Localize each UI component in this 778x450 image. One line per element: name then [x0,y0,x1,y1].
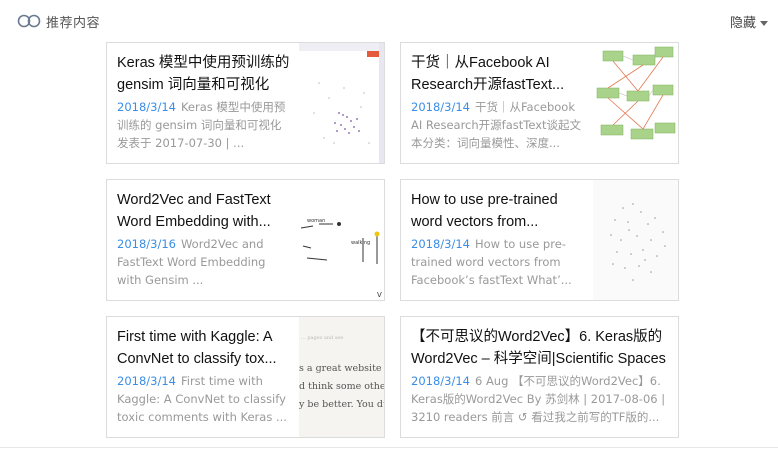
card-title[interactable]: Word2Vec and FastText Word Embedding wit… [117,189,293,233]
card-date: 2018/3/14 [411,374,470,388]
card-thumbnail [593,43,678,163]
thumb-text-line-1: s a great website — [299,363,384,374]
thumb-letter-v: V [377,291,382,299]
card-text: How to use pre-trained word vectors from… [411,189,587,289]
card-text: 干货｜从Facebook AI Research开源fastText... 20… [411,52,587,152]
card-title[interactable]: First time with Kaggle: A ConvNet to cla… [117,326,293,370]
card-text: First time with Kaggle: A ConvNet to cla… [117,326,293,426]
recommend-card[interactable]: How to use pre-trained word vectors from… [400,179,679,301]
card-date: 2018/3/16 [117,237,176,251]
card-summary: 2018/3/14 How to use pre-trained word vec… [411,235,587,289]
card-thumbnail: ... pages and see s a great website — d … [299,317,384,437]
card-title[interactable]: 干货｜从Facebook AI Research开源fastText... [411,52,587,96]
thumb-text-top: ... pages and see [301,335,343,341]
card-summary: 2018/3/14 干货｜从Facebook AI Research开源fastT… [411,98,587,152]
card-thumbnail [593,180,678,300]
recommend-card[interactable]: Word2Vec and FastText Word Embedding wit… [106,179,385,301]
card-summary: 2018/3/16 Word2Vec and FastText Word Embe… [117,235,293,289]
card-date: 2018/3/14 [117,374,176,388]
recommend-card[interactable]: 【不可思议的Word2Vec】6. Keras版的Word2Vec – 科学空间… [400,316,679,438]
card-text: Word2Vec and FastText Word Embedding wit… [117,189,293,289]
recommend-card[interactable]: 干货｜从Facebook AI Research开源fastText... 20… [400,42,679,164]
infinity-logo-icon [17,14,41,28]
thumb-text-line-3: y be better. You dun [299,399,384,410]
card-text: Keras 模型中使用预训练的 gensim 词向量和可视化 2018/3/14… [117,52,293,152]
thumb-word-walking: walking [351,240,370,246]
chevron-down-icon [760,21,768,26]
hide-label: 隐藏 [729,16,756,31]
card-summary: 2018/3/14 Keras 模型中使用预训练的 gensim 词向量和可视化 … [117,98,293,152]
card-title[interactable]: Keras 模型中使用预训练的 gensim 词向量和可视化 [117,52,293,96]
thumb-text-line-2: d think some other [299,381,384,392]
bottom-divider [0,447,778,448]
card-date: 2018/3/14 [411,100,470,114]
card-summary: 2018/3/14 6 Aug 【不可思议的Word2Vec】6. Keras版的… [411,372,677,426]
card-thumbnail [299,43,384,163]
card-title[interactable]: How to use pre-trained word vectors from… [411,189,587,233]
thumb-word-woman: woman [307,218,325,224]
scatter-plot-thumbnail-icon [299,43,384,163]
recommend-card[interactable]: Keras 模型中使用预训练的 gensim 词向量和可视化 2018/3/14… [106,42,385,164]
card-thumbnail: woman walking V [299,180,384,300]
vector-plot-thumbnail-icon: woman walking V [299,180,384,300]
card-summary: 2018/3/14 First time with Kaggle: A ConvN… [117,372,293,426]
recommend-header: 推荐内容 隐藏 [0,0,778,40]
card-text: 【不可思议的Word2Vec】6. Keras版的Word2Vec – 科学空间… [411,326,677,426]
scatter-cloud-thumbnail-icon [593,180,678,300]
text-snippet-thumbnail-icon: ... pages and see s a great website — d … [299,317,384,437]
hide-button[interactable]: 隐藏 [730,12,768,31]
network-diagram-thumbnail-icon [593,43,678,163]
card-title[interactable]: 【不可思议的Word2Vec】6. Keras版的Word2Vec – 科学空间… [411,326,677,370]
card-date: 2018/3/14 [117,100,176,114]
card-date: 2018/3/14 [411,237,470,251]
section-title: 推荐内容 [46,16,101,31]
recommend-card[interactable]: First time with Kaggle: A ConvNet to cla… [106,316,385,438]
